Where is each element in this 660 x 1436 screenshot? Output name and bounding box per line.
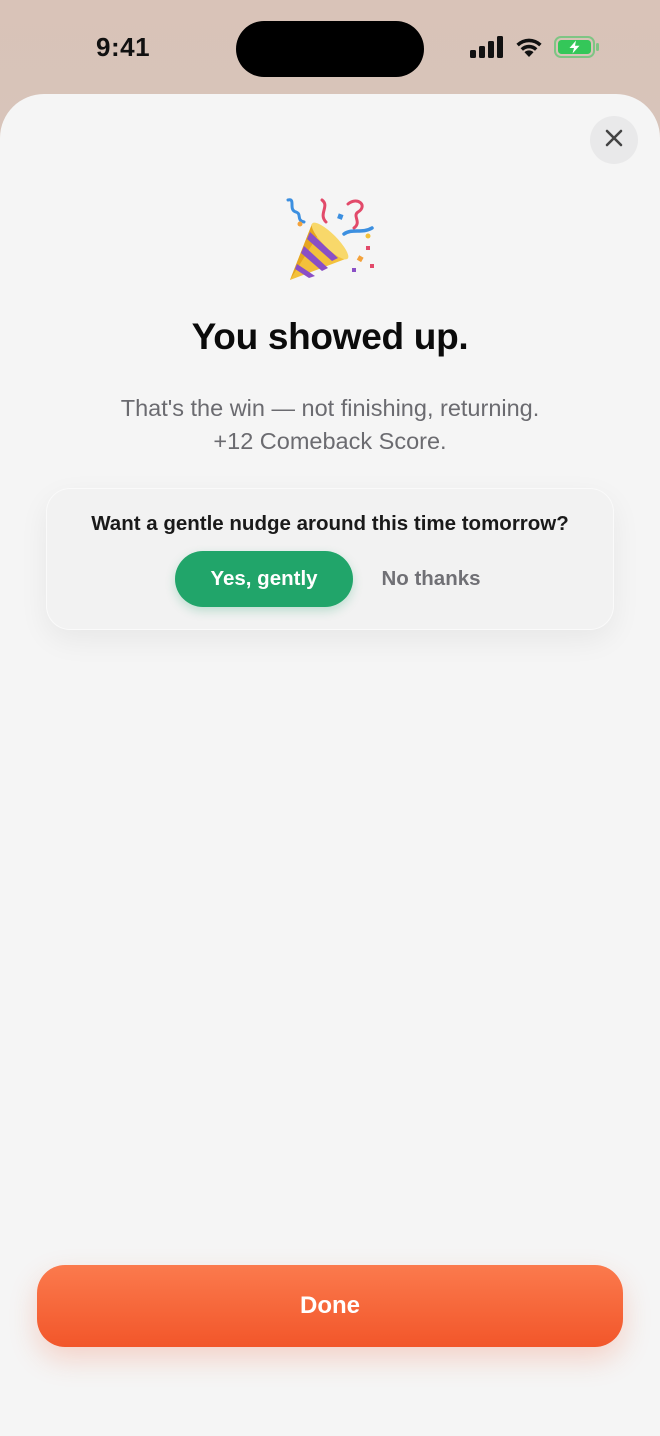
subtitle: That's the win — not finishing, returnin… [0,392,660,458]
done-button[interactable]: Done [37,1265,623,1347]
nudge-question: Want a gentle nudge around this time tom… [91,512,569,535]
battery-charging-icon [554,36,600,63]
subtitle-line: That's the win — not finishing, returnin… [120,395,540,421]
status-bar: 9:41 [0,0,660,96]
no-thanks-button[interactable]: No thanks [368,551,494,607]
dynamic-island [236,21,424,77]
wifi-icon [514,36,544,63]
nudge-card: Want a gentle nudge around this time tom… [46,488,614,630]
status-time: 9:41 [96,32,151,62]
status-icons [470,36,600,63]
cellular-signal-icon [470,36,504,63]
modal-sheet: You showed up. That's the win — not fini… [0,94,660,1436]
comeback-score-line: +12 Comeback Score. [213,428,447,454]
close-icon [605,129,623,152]
page-title: You showed up. [191,316,469,357]
close-button[interactable] [590,116,638,164]
party-popper-icon [282,194,378,290]
yes-gently-button[interactable]: Yes, gently [175,551,353,607]
